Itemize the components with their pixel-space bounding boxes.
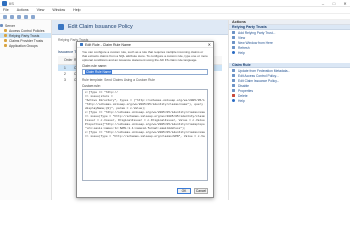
- rule-template-caption: Rule template: Send Claims Using a Custo…: [82, 78, 155, 82]
- tree-item-application-groups[interactable]: Application Groups: [0, 43, 51, 48]
- custom-rule-textarea[interactable]: c:[Type == "http:// => issue(store = "Ac…: [82, 89, 208, 181]
- dialog-title: Edit Rule - Claim Rule Name: [85, 42, 131, 47]
- menu-window[interactable]: Window: [52, 7, 65, 13]
- main-header: Edit Claim Issuance Policy: [52, 20, 228, 35]
- tree-item-label: Claims Provider Trusts: [9, 38, 44, 43]
- add-icon: [232, 31, 235, 34]
- help-icon[interactable]: [31, 14, 35, 19]
- ok-button[interactable]: OK: [177, 188, 191, 194]
- up-icon[interactable]: [17, 14, 21, 19]
- view-icon: [232, 36, 235, 39]
- actions-pane: Actions Relying Party Trusts Add Relying…: [228, 20, 350, 200]
- app-icon: [2, 1, 7, 6]
- folder-icon: [4, 39, 7, 42]
- edit-rule-dialog: Edit Rule - Claim Rule Name ✕ You can co…: [76, 41, 214, 198]
- action-help-2[interactable]: Help: [229, 98, 350, 103]
- policy-icon: [58, 24, 64, 30]
- action-label: Edit Claim Issuance Policy...: [238, 78, 280, 83]
- window-controls: – □ ✕: [320, 1, 348, 6]
- edit-icon: [232, 79, 235, 82]
- delete-icon: [232, 94, 235, 97]
- help-icon: [232, 51, 235, 54]
- title-bar: IIS – □ ✕: [0, 0, 350, 7]
- main-title: Edit Claim Issuance Policy: [68, 24, 133, 30]
- action-label: Disable: [238, 83, 249, 88]
- folder-icon: [4, 44, 7, 47]
- window-title: IIS: [9, 0, 14, 6]
- action-label: View: [238, 35, 246, 40]
- show-hide-tree-icon[interactable]: [24, 14, 28, 19]
- tree-item-label: Relying Party Trusts: [9, 33, 40, 38]
- menu-view[interactable]: View: [37, 7, 45, 13]
- menu-help[interactable]: Help: [73, 7, 80, 13]
- menu-file[interactable]: File: [3, 7, 9, 13]
- back-icon[interactable]: [3, 14, 7, 19]
- cell-order: 3: [64, 78, 66, 82]
- tree-item-label: Application Groups: [9, 43, 38, 48]
- dialog-buttons: OK Cancel: [177, 188, 208, 194]
- minimize-icon[interactable]: –: [320, 1, 326, 6]
- action-label: Help: [238, 98, 245, 103]
- action-label: Refresh: [238, 45, 250, 50]
- properties-icon: [232, 89, 235, 92]
- forward-icon[interactable]: [10, 14, 14, 19]
- menu-bar: File Actions View Window Help: [0, 7, 350, 14]
- action-label: Add Relying Party Trust...: [238, 30, 276, 35]
- rule-name-label: Claim rule name:: [82, 64, 107, 68]
- new-window-icon: [232, 41, 235, 44]
- action-label: Properties: [238, 88, 254, 93]
- folder-icon: [4, 34, 7, 37]
- code-line: => issue(Type = "http://schemas.xmlsoap.…: [85, 135, 205, 138]
- menu-actions[interactable]: Actions: [17, 7, 29, 13]
- column-header-order[interactable]: Order: [64, 58, 74, 62]
- server-icon: [0, 24, 3, 27]
- tree-item-label: Server: [5, 23, 15, 28]
- edit-icon: [232, 74, 235, 77]
- rule-name-value: Claim Rule Name: [85, 70, 112, 74]
- custom-rule-label: Custom rule:: [82, 84, 101, 88]
- folder-icon: [4, 29, 7, 32]
- action-label: New Window from Here: [238, 40, 273, 45]
- action-label: Update from Federation Metadata...: [238, 68, 291, 73]
- cell-order: 2: [64, 72, 66, 76]
- close-icon[interactable]: ✕: [342, 1, 348, 6]
- close-icon[interactable]: ✕: [208, 42, 211, 48]
- action-label: Help: [238, 50, 245, 55]
- action-label: Edit Access Control Policy...: [238, 73, 279, 78]
- tree-item-label: Access Control Policies: [9, 28, 45, 33]
- update-icon: [232, 69, 235, 72]
- refresh-icon: [232, 46, 235, 49]
- disable-icon: [232, 84, 235, 87]
- dialog-description: You can configure a custom rule, such as…: [82, 50, 208, 62]
- help-icon: [232, 99, 235, 102]
- maximize-icon[interactable]: □: [331, 1, 337, 6]
- navigation-tree: Server Access Control Policies Relying P…: [0, 20, 52, 200]
- action-label: Delete: [238, 93, 248, 98]
- cell-order: 1: [64, 66, 66, 70]
- cancel-button[interactable]: Cancel: [194, 188, 208, 194]
- dialog-icon: [80, 43, 83, 46]
